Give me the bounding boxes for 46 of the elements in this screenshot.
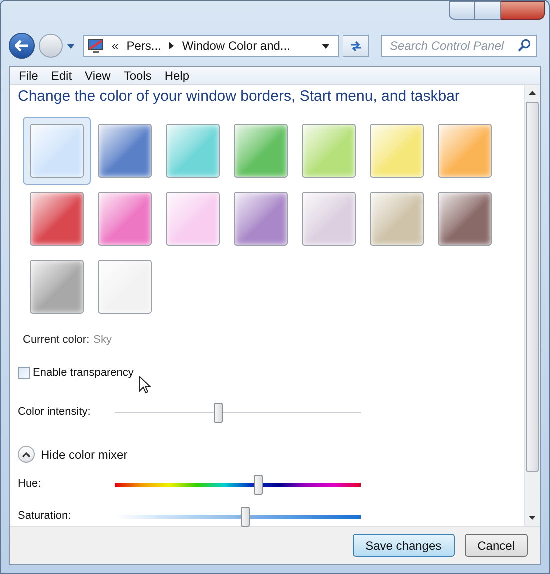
slider[interactable] xyxy=(115,504,361,528)
overflow-chevron[interactable]: « xyxy=(112,37,119,55)
page-heading: Change the color of your window borders, Start menu, and taskbar xyxy=(18,87,461,107)
slider-thumb[interactable] xyxy=(254,474,263,494)
current-color-label: Current color: xyxy=(23,332,90,348)
arrow-icon[interactable] xyxy=(169,42,174,50)
color-swatch[interactable] xyxy=(23,116,91,184)
back-button[interactable] xyxy=(9,33,35,59)
minimize-button[interactable] xyxy=(449,1,475,20)
toggle-label[interactable]: Hide color mixer xyxy=(41,446,128,464)
chevron-up-icon xyxy=(22,452,31,458)
scrollbar[interactable] xyxy=(524,85,540,526)
search-icon[interactable] xyxy=(518,39,531,52)
refresh-icon xyxy=(348,39,362,53)
arrow-down-icon xyxy=(529,516,536,520)
menu-item[interactable]: Edit xyxy=(51,66,72,84)
menu-item[interactable]: Tools xyxy=(124,66,152,84)
dropdown-icon[interactable] xyxy=(322,44,330,48)
slider[interactable] xyxy=(115,472,361,496)
cancel-button[interactable]: Cancel xyxy=(464,534,528,557)
address-bar[interactable]: « Pers... Window Color and... xyxy=(83,35,339,57)
slider-label: Color intensity: xyxy=(18,405,92,420)
slider-label: Hue: xyxy=(18,477,42,492)
search-field[interactable]: Search Control Panel xyxy=(381,35,537,57)
menu-item[interactable]: File xyxy=(19,66,38,84)
checkbox-label[interactable]: Enable transparency xyxy=(33,365,134,382)
slider-label: Saturation: xyxy=(18,509,72,524)
breadcrumb[interactable]: Pers... xyxy=(126,37,162,55)
monitor-icon xyxy=(88,39,104,53)
mouse-cursor-icon xyxy=(138,376,151,394)
checkbox[interactable] xyxy=(18,367,30,380)
back-arrow-icon xyxy=(15,40,29,52)
slider[interactable] xyxy=(115,400,361,424)
refresh-button[interactable] xyxy=(343,35,369,57)
slider-thumb[interactable] xyxy=(214,402,224,422)
close-button[interactable] xyxy=(501,1,545,20)
current-color-value: Sky xyxy=(94,332,112,348)
breadcrumb[interactable]: Window Color and... xyxy=(182,37,290,55)
arrow-up-icon xyxy=(529,91,536,95)
slider-thumb[interactable] xyxy=(241,506,250,526)
collapse-button[interactable] xyxy=(18,446,35,463)
maximize-button[interactable] xyxy=(475,1,501,20)
scroll-thumb[interactable] xyxy=(526,102,539,472)
menu-item[interactable]: Help xyxy=(164,66,190,84)
save-button[interactable]: Save changes xyxy=(352,534,455,557)
menu-item[interactable]: View xyxy=(85,66,111,84)
